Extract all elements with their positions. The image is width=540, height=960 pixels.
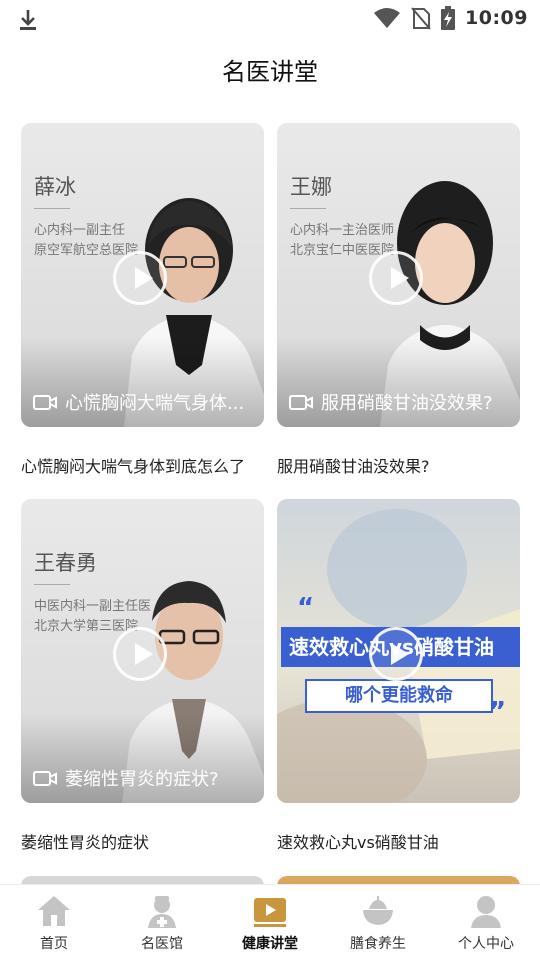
home-icon xyxy=(38,896,70,926)
video-title-overlay: 服用硝酸甘油没效果? xyxy=(289,389,515,415)
divider xyxy=(34,584,70,585)
video-caption[interactable]: 速效救心丸vs硝酸甘油 xyxy=(277,829,520,853)
video-icon xyxy=(254,898,286,927)
video-camera-icon xyxy=(33,395,57,410)
quote-open-icon: “ xyxy=(297,593,315,623)
video-card[interactable]: 薛冰 心内科一副主任 原空军航空总医院 心慌胸闷大喘气身体... 心慌胸闷大喘气… xyxy=(21,123,264,477)
tab-health-lectures[interactable]: 健康讲堂 xyxy=(216,885,324,960)
status-bar: 10:09 xyxy=(0,0,540,36)
video-card[interactable]: 王娜 心内科一主治医师 北京宝仁中医医院 服用硝酸甘油没效果? 服用硝酸甘油没效… xyxy=(277,123,520,477)
tab-profile[interactable]: 个人中心 xyxy=(432,885,540,960)
video-camera-icon xyxy=(289,395,313,410)
play-button-icon[interactable] xyxy=(113,627,167,681)
download-icon xyxy=(20,10,36,30)
video-title-overlay: 心慌胸闷大喘气身体... xyxy=(33,389,259,415)
video-thumbnail[interactable]: 王春勇 中医内科一副主任医 北京大学第三医院 萎缩性胃炎的症状? xyxy=(21,499,264,803)
video-title-overlay: 萎缩性胃炎的症状? xyxy=(33,765,259,791)
tab-diet-wellness[interactable]: 膳食养生 xyxy=(324,885,432,960)
clock: 10:09 xyxy=(465,7,528,29)
video-caption[interactable]: 萎缩性胃炎的症状 xyxy=(21,829,264,853)
video-thumbnail[interactable]: “ ” 速效救心丸vs硝酸甘油 哪个更能救命 xyxy=(277,499,520,803)
tab-home[interactable]: 首页 xyxy=(0,885,108,960)
no-sim-icon xyxy=(411,7,431,30)
video-camera-icon xyxy=(33,771,57,786)
battery-charging-icon xyxy=(441,6,456,30)
divider xyxy=(34,208,70,209)
tab-doctors[interactable]: 名医馆 xyxy=(108,885,216,960)
page-title: 名医讲堂 xyxy=(222,58,318,86)
doctor-icon xyxy=(148,896,176,928)
video-card[interactable]: “ ” 速效救心丸vs硝酸甘油 哪个更能救命 速效救心丸vs硝酸甘油 xyxy=(277,499,520,853)
divider xyxy=(290,208,326,209)
user-icon xyxy=(471,896,501,928)
play-button-icon[interactable] xyxy=(113,251,167,305)
video-thumbnail[interactable]: 王娜 心内科一主治医师 北京宝仁中医医院 服用硝酸甘油没效果? xyxy=(277,123,520,427)
video-caption[interactable]: 心慌胸闷大喘气身体到底怎么了 xyxy=(21,453,264,477)
food-bowl-icon xyxy=(363,896,393,925)
doctor-name: 王娜 xyxy=(290,175,332,199)
promo-subheadline: 哪个更能救命 xyxy=(305,679,493,713)
doctor-name: 王春勇 xyxy=(34,551,97,575)
play-button-icon[interactable] xyxy=(369,251,423,305)
video-caption[interactable]: 服用硝酸甘油没效果? xyxy=(277,453,520,477)
wifi-icon xyxy=(374,8,401,28)
video-card[interactable]: 王春勇 中医内科一副主任医 北京大学第三医院 萎缩性胃炎的症状? 萎缩性胃炎的症… xyxy=(21,499,264,853)
video-thumbnail[interactable]: 薛冰 心内科一副主任 原空军航空总医院 心慌胸闷大喘气身体... xyxy=(21,123,264,427)
bottom-tab-bar: 首页 名医馆 健康讲堂 膳食养生 个人中心 xyxy=(0,884,540,960)
doctor-name: 薛冰 xyxy=(34,175,76,199)
play-button-icon[interactable] xyxy=(369,627,423,681)
